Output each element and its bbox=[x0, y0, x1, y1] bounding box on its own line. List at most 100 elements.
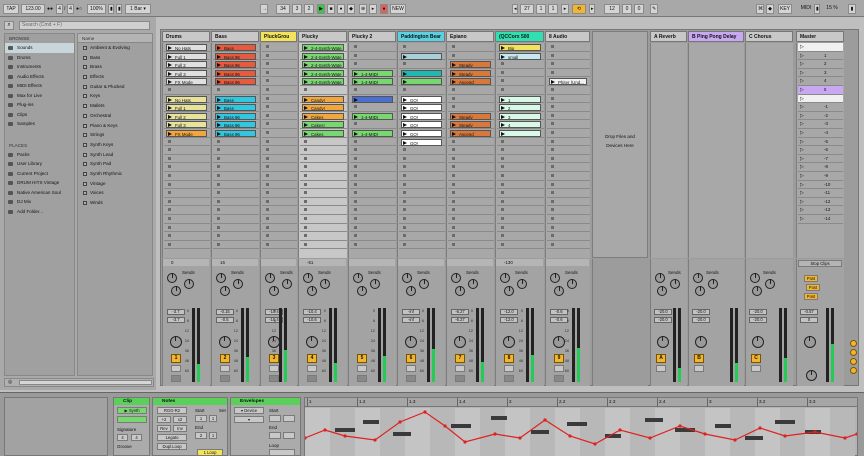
clip[interactable]: 1-4-MIDI bbox=[352, 69, 393, 77]
clip-stop-icon[interactable] bbox=[217, 208, 220, 212]
clip-slot[interactable] bbox=[497, 155, 544, 164]
clip-stop-icon[interactable] bbox=[168, 165, 171, 169]
loop-start-beat[interactable]: 1 bbox=[536, 4, 546, 14]
clip-stop-icon[interactable] bbox=[452, 242, 455, 246]
clip-stop-icon[interactable] bbox=[403, 182, 406, 186]
clip-stop-icon[interactable] bbox=[217, 199, 220, 203]
track-4-arm-button[interactable] bbox=[357, 375, 367, 382]
envelope-breakpoint[interactable] bbox=[398, 420, 402, 424]
scene-play-icon[interactable]: ▷ bbox=[800, 155, 804, 163]
clip-slot[interactable] bbox=[164, 206, 210, 215]
track-3-pan-knob[interactable] bbox=[306, 336, 318, 348]
clip-stop-icon[interactable] bbox=[452, 139, 455, 143]
clip[interactable]: Bass 96 bbox=[215, 52, 256, 60]
clip-stop-icon[interactable] bbox=[452, 45, 455, 48]
return-activator-button[interactable]: A bbox=[656, 354, 666, 363]
envelope-breakpoint[interactable] bbox=[373, 438, 377, 442]
envelope-control-select[interactable]: ▾ bbox=[234, 416, 264, 423]
clip-slot[interactable] bbox=[350, 181, 396, 190]
new-button[interactable]: NEW bbox=[390, 4, 406, 14]
clip[interactable]: GO! bbox=[401, 121, 442, 129]
browser-item-7[interactable]: Orchestral bbox=[78, 111, 152, 121]
clip[interactable]: 2-4-Synth-Wate bbox=[302, 61, 344, 69]
notes-end-beat[interactable]: 1 bbox=[209, 432, 217, 439]
preview-bar[interactable]: ◎ bbox=[4, 378, 154, 387]
clip[interactable]: 1-4-MIDI bbox=[352, 78, 393, 86]
envelope-breakpoint[interactable] bbox=[678, 424, 682, 428]
clip-slot[interactable] bbox=[164, 172, 210, 181]
clip-stop-icon[interactable] bbox=[304, 191, 307, 195]
scene-launch-14[interactable]: ▷ -8 bbox=[798, 163, 843, 172]
clip-stop-icon[interactable] bbox=[551, 113, 554, 117]
browser-category-0[interactable]: Sounds bbox=[5, 43, 74, 53]
clip-slot[interactable] bbox=[213, 146, 259, 155]
clip-slot[interactable] bbox=[399, 232, 445, 241]
clip-stop-icon[interactable] bbox=[266, 242, 269, 246]
clip-slot[interactable] bbox=[547, 52, 590, 61]
scene-play-icon[interactable]: ▷ bbox=[800, 129, 804, 137]
follow-icon[interactable]: ▮ bbox=[108, 4, 114, 14]
clip-slot[interactable] bbox=[350, 146, 396, 155]
clip[interactable]: Phiter (Und... bbox=[549, 78, 587, 86]
clip-slot[interactable] bbox=[399, 60, 445, 69]
clip-stop-icon[interactable] bbox=[168, 234, 171, 238]
track-header-1[interactable]: Bass bbox=[211, 31, 259, 42]
clip[interactable]: Big bbox=[499, 44, 541, 51]
clip[interactable]: Full 2 bbox=[166, 61, 207, 69]
scene-launch-17[interactable]: ▷ -11 bbox=[798, 189, 843, 198]
clip-slot[interactable] bbox=[547, 189, 590, 198]
env-end-beat[interactable] bbox=[283, 432, 295, 439]
clip-slot[interactable] bbox=[300, 155, 347, 164]
clip-stop-icon[interactable] bbox=[551, 45, 554, 48]
position-bar[interactable]: 34 bbox=[276, 4, 290, 14]
clip-slot[interactable] bbox=[213, 215, 259, 224]
scene-launch-2[interactable]: ▷ 2 bbox=[798, 60, 843, 69]
clip-slot[interactable] bbox=[350, 103, 396, 112]
overdub-icon[interactable]: ◆ bbox=[347, 4, 355, 14]
scene-play-icon[interactable]: ▷ bbox=[800, 77, 804, 85]
clip-stop-icon[interactable] bbox=[304, 234, 307, 238]
clip-slot[interactable] bbox=[547, 224, 590, 233]
clip-stop-icon[interactable] bbox=[403, 191, 406, 195]
notes-start-beat[interactable]: 1 bbox=[209, 415, 217, 422]
clip-slot[interactable] bbox=[547, 206, 590, 215]
scene-launch-4[interactable]: ▷ 4 bbox=[798, 77, 843, 86]
clip-slot[interactable] bbox=[547, 43, 590, 52]
clip-slot[interactable] bbox=[448, 95, 494, 104]
clip[interactable]: 2-4-Synth-Wate bbox=[302, 44, 344, 51]
browser-place-6[interactable]: Add Folder... bbox=[5, 207, 74, 217]
clip-stop-icon[interactable] bbox=[501, 208, 504, 212]
scene-play-icon[interactable]: ▷ bbox=[800, 198, 804, 206]
view-toggle-icon-1[interactable] bbox=[850, 349, 857, 356]
clip-slot[interactable] bbox=[547, 215, 590, 224]
midi-map-button[interactable]: MIDI bbox=[798, 4, 814, 14]
clip-stop-icon[interactable] bbox=[266, 156, 269, 160]
track-5-send-a-knob[interactable] bbox=[402, 273, 412, 283]
clip-slot[interactable] bbox=[547, 163, 590, 172]
track-header-4[interactable]: Plucky 2 bbox=[348, 31, 396, 42]
clip-stop-icon[interactable] bbox=[217, 242, 220, 246]
clip-slot[interactable] bbox=[399, 146, 445, 155]
clip-slot[interactable] bbox=[262, 215, 297, 224]
browser-category-2[interactable]: Instruments bbox=[5, 62, 74, 72]
browser-category-6[interactable]: Plug-ins bbox=[5, 100, 74, 110]
browser-item-1[interactable]: Bass bbox=[78, 53, 152, 63]
clip-stop-icon[interactable] bbox=[551, 199, 554, 203]
clip-slot[interactable] bbox=[262, 232, 297, 241]
clip-stop-icon[interactable] bbox=[452, 225, 455, 229]
clip-slot[interactable] bbox=[350, 52, 396, 61]
clip-slot[interactable] bbox=[262, 86, 297, 95]
clip-stop-icon[interactable] bbox=[551, 234, 554, 238]
track-8-send-c-knob[interactable] bbox=[554, 286, 564, 296]
return-solo-button[interactable] bbox=[694, 365, 704, 372]
track-5-solo-button[interactable] bbox=[406, 365, 416, 372]
envelope-device-select[interactable]: ▾ Device bbox=[234, 407, 264, 414]
envelope-breakpoint[interactable] bbox=[518, 436, 522, 440]
clip-slot[interactable] bbox=[262, 198, 297, 207]
return-send-b-knob[interactable] bbox=[708, 279, 718, 289]
clip-slot[interactable] bbox=[262, 146, 297, 155]
clip-slot[interactable] bbox=[448, 198, 494, 207]
clip-slot[interactable] bbox=[547, 146, 590, 155]
clip-slot[interactable] bbox=[262, 138, 297, 147]
track-8-arm-button[interactable] bbox=[554, 375, 564, 382]
